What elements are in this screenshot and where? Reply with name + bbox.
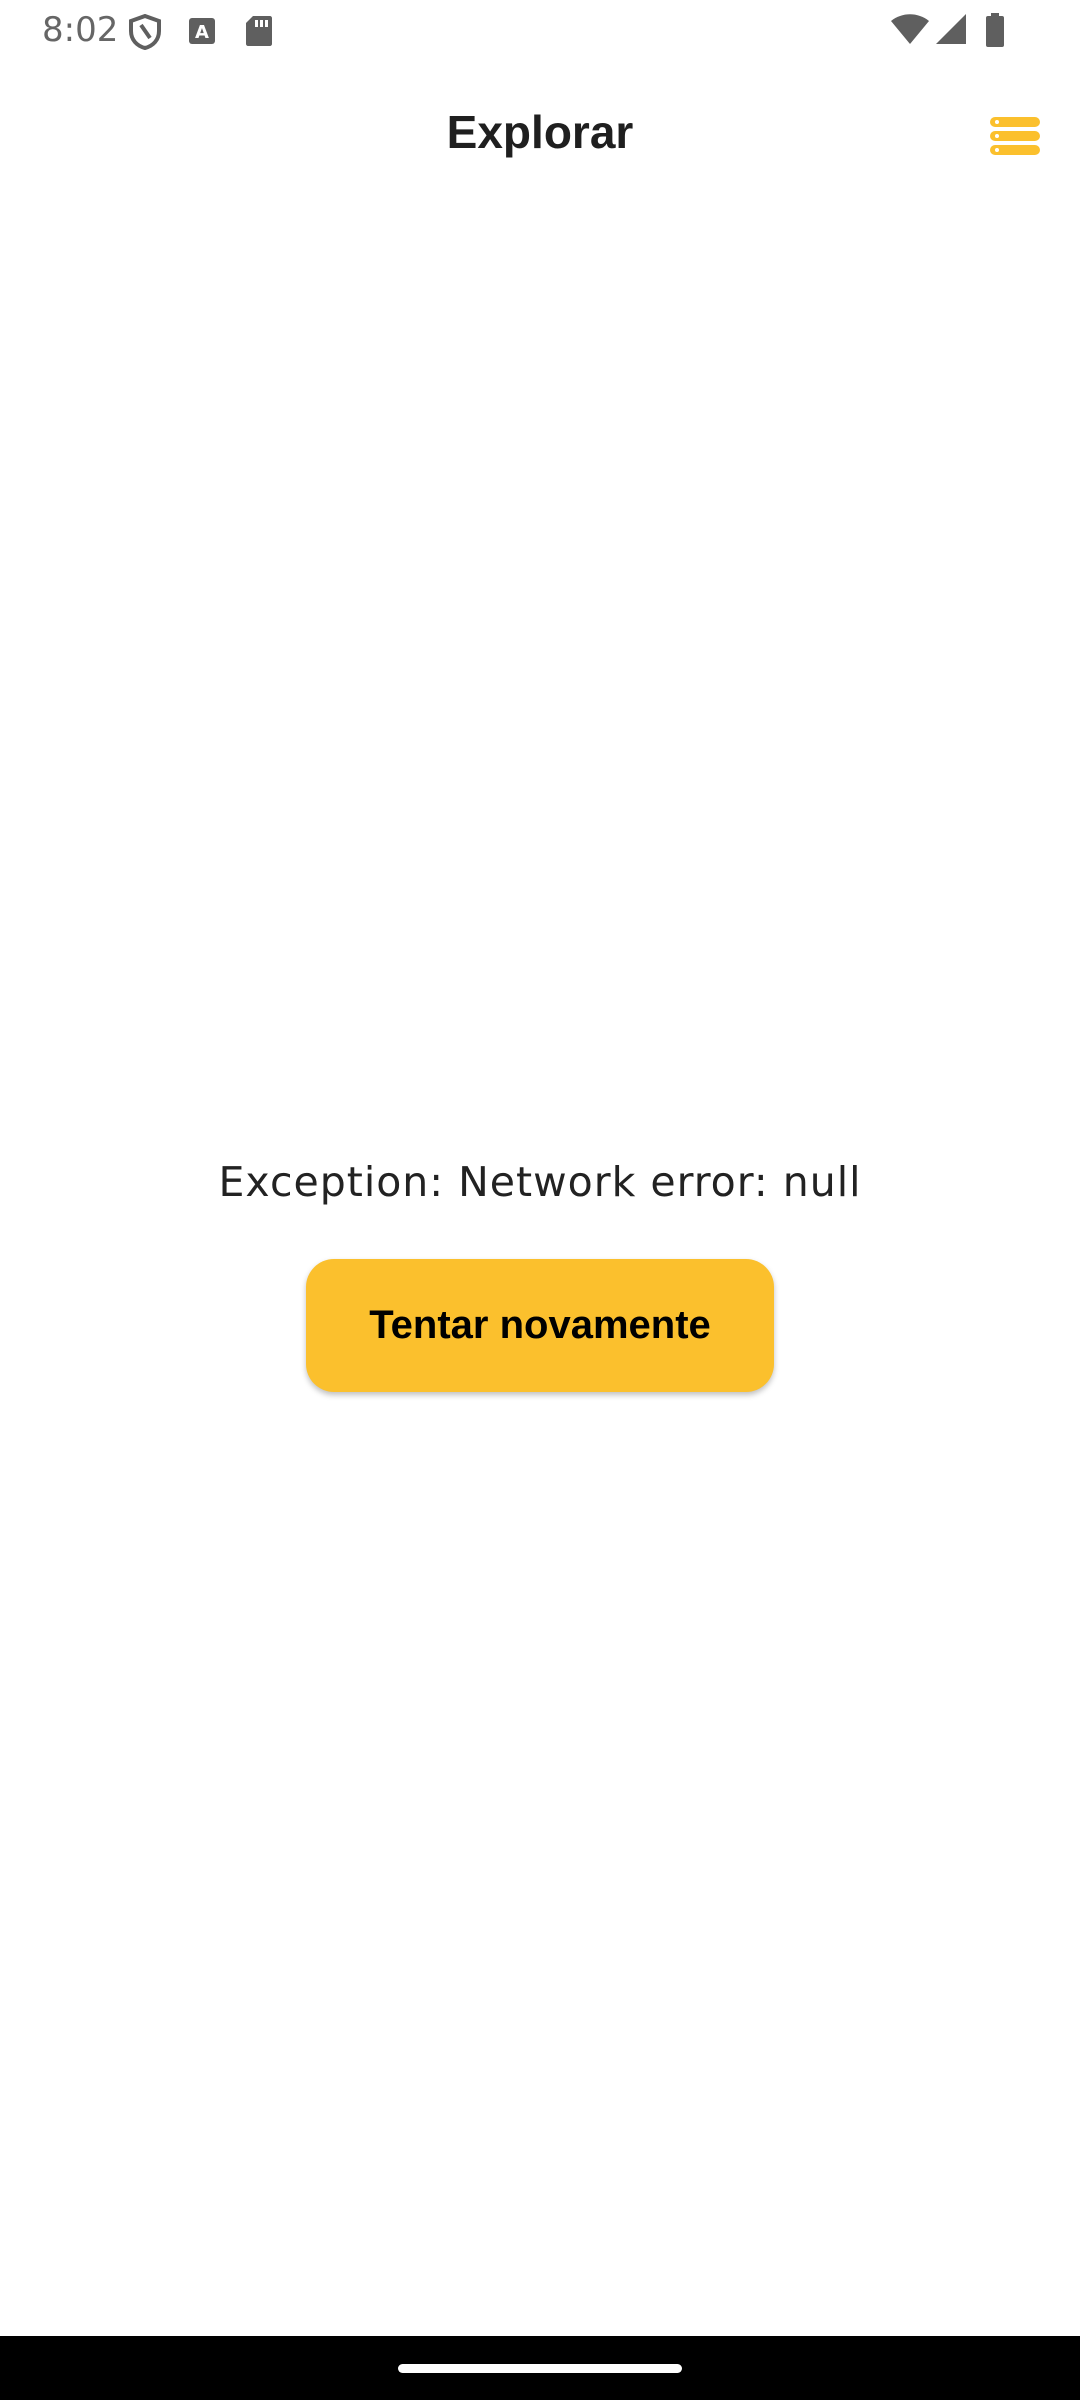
error-message: Exception: Network error: null	[218, 1158, 862, 1206]
sd-card-icon	[244, 14, 274, 53]
retry-button[interactable]: Tentar novamente	[306, 1259, 774, 1392]
top-app-bar: Explorar	[0, 62, 1080, 212]
status-bar: 8:02 A	[0, 0, 1080, 62]
svg-text:A: A	[195, 22, 209, 43]
menu-button[interactable]	[984, 110, 1046, 162]
explore-screen: 8:02 A Explorar Exception: Network error…	[0, 0, 1080, 2400]
page-title: Explorar	[446, 106, 634, 158]
status-time: 8:02	[42, 10, 119, 50]
stacked-list-icon	[984, 117, 1046, 166]
battery-icon	[984, 12, 1006, 53]
font-download-icon: A	[187, 14, 217, 51]
navigation-bar	[0, 2336, 1080, 2400]
home-gesture-handle[interactable]	[398, 2364, 682, 2373]
cell-signal-icon	[934, 12, 968, 51]
wifi-icon	[890, 12, 930, 51]
shield-icon	[128, 13, 162, 55]
